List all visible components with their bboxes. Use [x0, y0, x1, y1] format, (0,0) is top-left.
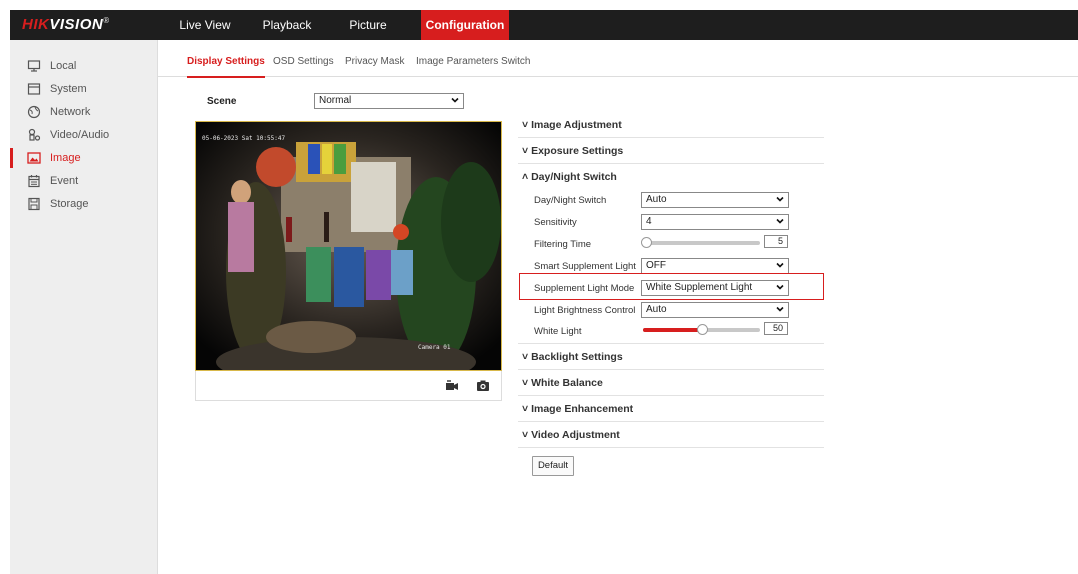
white-light-slider[interactable]	[643, 324, 760, 335]
light-brightness-control-select[interactable]: Auto	[641, 302, 789, 318]
section-title-text: Exposure Settings	[531, 145, 624, 157]
select-value: White Supplement Light	[646, 282, 753, 293]
logo-red-part: HIK	[22, 16, 50, 33]
chevron-down-icon	[776, 196, 784, 202]
select-value: Auto	[646, 194, 667, 205]
sub-tab-bar: Display Settings OSD Settings Privacy Ma…	[158, 40, 1078, 78]
scene-label: Scene	[207, 96, 237, 107]
sidebar-item-label: System	[50, 83, 87, 95]
nav-configuration[interactable]: Configuration	[421, 10, 509, 40]
chevron-down-icon	[776, 218, 784, 224]
top-bar: HIKVISION® Live View Playback Picture Co…	[10, 10, 1078, 40]
supplement-light-mode-label: Supplement Light Mode	[534, 283, 635, 294]
section-video-adjustment[interactable]: ˅ Video Adjustment	[518, 422, 824, 448]
system-icon	[27, 82, 41, 96]
monitor-icon	[27, 59, 41, 73]
camera-snapshot-icon[interactable]	[476, 379, 490, 393]
live-video-view[interactable]: 05-06-2023 Sat 10:55:47 Camera 01	[195, 121, 502, 371]
sensitivity-label: Sensitivity	[534, 217, 577, 228]
logo-registered-mark: ®	[103, 16, 110, 25]
record-icon[interactable]	[445, 379, 459, 393]
filtering-time-slider-handle[interactable]	[641, 237, 652, 248]
sidebar-item-system[interactable]: System	[10, 79, 158, 99]
hikvision-logo: HIKVISION®	[22, 16, 110, 33]
filtering-time-slider[interactable]	[641, 237, 760, 248]
section-title-text: Video Adjustment	[531, 429, 620, 441]
white-light-slider-fill	[643, 328, 702, 332]
white-light-label: White Light	[534, 326, 582, 337]
sidebar-item-label: Image	[50, 152, 81, 164]
section-title-text: Day/Night Switch	[531, 171, 617, 183]
section-title: ˅ Exposure Settings	[522, 145, 624, 157]
white-light-value[interactable]: 50	[764, 322, 788, 335]
default-button[interactable]: Default	[532, 456, 574, 476]
day-night-switch-select[interactable]: Auto	[641, 192, 789, 208]
section-title-text: Image Adjustment	[531, 119, 622, 131]
filtering-time-value[interactable]: 5	[764, 235, 788, 248]
section-backlight-settings[interactable]: ˅ Backlight Settings	[518, 344, 824, 370]
sidebar: Local System Network Video/Audio Image E…	[10, 40, 158, 574]
nav-live-view[interactable]: Live View	[178, 10, 232, 40]
globe-icon	[27, 105, 41, 119]
sidebar-item-local[interactable]: Local	[10, 56, 158, 76]
tab-osd-settings[interactable]: OSD Settings	[273, 56, 334, 67]
tab-display-settings[interactable]: Display Settings	[187, 56, 265, 78]
sidebar-item-label: Event	[50, 175, 79, 187]
tab-image-parameters-switch[interactable]: Image Parameters Switch	[416, 56, 531, 67]
supplement-light-mode-select[interactable]: White Supplement Light	[641, 280, 789, 296]
logo-white-part: VISION	[49, 16, 104, 33]
video-audio-icon	[27, 128, 41, 142]
sidebar-item-storage[interactable]: Storage	[10, 194, 158, 214]
section-title-text: Image Enhancement	[531, 403, 634, 415]
video-toolbar	[195, 371, 502, 401]
white-light-slider-handle[interactable]	[697, 324, 708, 335]
day-night-switch-label: Day/Night Switch	[534, 195, 607, 206]
smart-supplement-light-select[interactable]: OFF	[641, 258, 789, 274]
filtering-time-label: Filtering Time	[534, 239, 592, 250]
select-value: 4	[646, 216, 652, 227]
tab-privacy-mask[interactable]: Privacy Mask	[345, 56, 404, 67]
section-white-balance[interactable]: ˅ White Balance	[518, 370, 824, 396]
nav-picture[interactable]: Picture	[340, 10, 396, 40]
sidebar-item-video-audio[interactable]: Video/Audio	[10, 125, 158, 145]
chevron-down-icon	[776, 262, 784, 268]
section-exposure-settings[interactable]: ˅ Exposure Settings	[518, 138, 824, 164]
section-image-adjustment[interactable]: ˅ Image Adjustment	[518, 112, 824, 138]
nav-playback[interactable]: Playback	[256, 10, 318, 40]
storage-icon	[27, 197, 41, 211]
sidebar-item-network[interactable]: Network	[10, 102, 158, 122]
sidebar-item-image[interactable]: Image	[10, 148, 158, 168]
image-icon	[27, 151, 41, 165]
sidebar-item-label: Network	[50, 106, 91, 118]
section-title: ˅ Backlight Settings	[522, 351, 623, 363]
video-camera-name: Camera 01	[418, 344, 451, 351]
section-title-text: Backlight Settings	[531, 351, 623, 363]
video-timestamp: 05-06-2023 Sat 10:55:47	[202, 135, 286, 142]
section-title: ˄ Day/Night Switch	[522, 171, 617, 183]
sidebar-item-label: Storage	[50, 198, 89, 210]
scene-select-value: Normal	[319, 95, 352, 106]
smart-supplement-light-label: Smart Supplement Light	[534, 261, 636, 272]
video-frame	[196, 122, 501, 370]
section-title: ˅ Image Adjustment	[522, 119, 622, 131]
light-brightness-control-label: Light Brightness Control	[534, 305, 636, 316]
sidebar-item-label: Local	[50, 60, 77, 72]
sensitivity-select[interactable]: 4	[641, 214, 789, 230]
select-value: Auto	[646, 304, 667, 315]
section-title: ˅ White Balance	[522, 377, 603, 389]
select-value: OFF	[646, 260, 666, 271]
sidebar-item-label: Video/Audio	[50, 129, 110, 141]
scene-select[interactable]: Normal	[314, 93, 464, 109]
chevron-down-icon	[451, 97, 459, 103]
calendar-icon	[27, 174, 41, 188]
chevron-down-icon	[776, 284, 784, 290]
section-image-enhancement[interactable]: ˅ Image Enhancement	[518, 396, 824, 422]
chevron-down-icon	[776, 306, 784, 312]
section-title: ˅ Video Adjustment	[522, 429, 620, 441]
section-title-text: White Balance	[531, 377, 603, 389]
section-title: ˅ Image Enhancement	[522, 403, 634, 415]
sidebar-item-event[interactable]: Event	[10, 171, 158, 191]
